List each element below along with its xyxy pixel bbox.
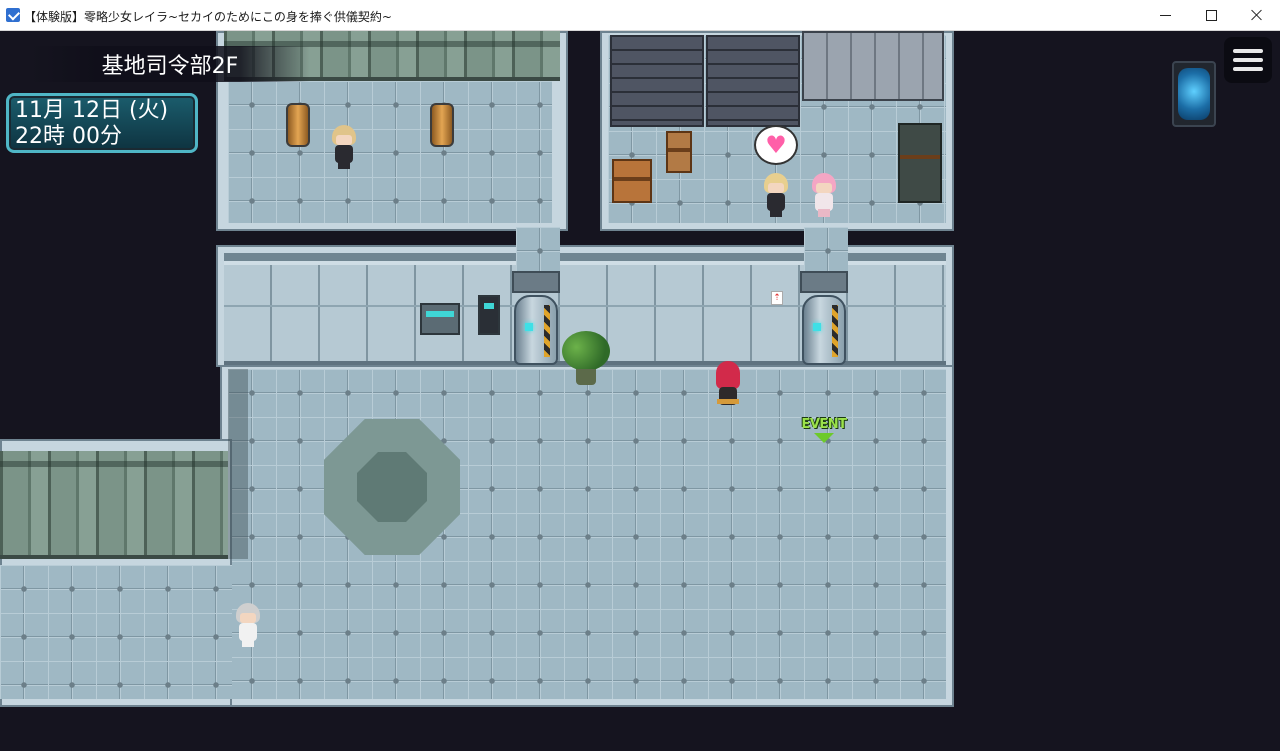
npc-pink-hair-girl[interactable] [808,173,840,217]
plant-leaves [562,331,610,371]
shadow-edge [228,369,248,559]
equipment-case [898,123,942,203]
game-viewport[interactable]: ⇡ ♥ EVENT 基地司令部2F 11月 12日 (火) 22時 00分 [0,31,1280,751]
door-light-icon [813,323,821,331]
face [240,613,256,623]
clock-date: 11月 12日 (火) [15,98,169,123]
map-name-banner: 基地司令部2F [30,46,310,82]
potted-plant [562,331,610,387]
door-frame-left [512,271,560,293]
legs [338,161,350,169]
barrel-left [286,103,310,147]
sliding-door-left[interactable] [514,295,558,365]
event-marker[interactable]: EVENT [800,417,848,453]
heart-speech-bubble: ♥ [754,125,798,165]
barrel-right [430,103,454,147]
maximize-icon [1205,9,1217,21]
face [768,183,784,193]
floor-west-corridor [0,565,232,699]
wooden-crate [612,159,652,203]
heart-icon: ♥ [765,131,787,159]
window-titlebar: 【体験版】零略少女レイラ~セカイのためにこの身を捧ぐ供儀契約~ [0,0,1280,31]
event-label: EVENT [801,417,847,432]
hamburger-menu-icon[interactable] [1224,37,1272,83]
minimize-button[interactable] [1142,0,1188,30]
legs [818,209,830,217]
menu-bar [1233,49,1263,53]
menu-bar [1233,58,1263,62]
face [336,135,352,145]
hair [716,361,740,389]
hazard-stripe [544,305,550,357]
hazard-stripe [832,305,838,357]
drawer-cabinet-right [706,35,800,127]
octagon-platform-center [357,452,427,522]
player-red-hair[interactable] [712,361,744,405]
window-title: 【体験版】零略少女レイラ~セカイのためにこの身を捧ぐ供儀契約~ [24,10,392,24]
floor-passage-right [804,227,848,275]
plant-pot [576,369,596,385]
vending-panel[interactable] [478,295,500,335]
lockers [802,31,944,101]
close-icon [1251,9,1263,21]
floor-upper-left-room [228,81,552,223]
npc-blonde-officer[interactable] [328,125,360,169]
minimize-icon [1159,14,1171,16]
door-frame-right [800,271,848,293]
floor-passage-left [516,227,560,275]
date-time-panel: 11月 12日 (火) 22時 00分 [6,93,198,153]
legs [242,639,254,647]
maximize-button[interactable] [1188,0,1234,30]
map-name: 基地司令部2F [101,54,239,79]
sliding-door-right[interactable] [802,295,846,365]
npc-blonde-girl[interactable] [760,173,792,217]
wall-terminal[interactable] [420,303,460,335]
legs [770,209,782,217]
legs [717,399,739,404]
menu-bar [1233,67,1263,71]
drawer-cabinet-left [610,35,704,127]
wall-west-corridor [0,451,228,559]
app-icon [6,8,20,22]
npc-white-hair-scientist[interactable] [232,603,264,647]
face [816,183,832,193]
suitcase [666,131,692,173]
event-arrow-icon [814,433,834,443]
close-button[interactable] [1234,0,1280,30]
portal-orb-icon[interactable] [1172,61,1216,127]
clock-time: 22時 00分 [15,124,122,149]
door-light-icon [525,323,533,331]
exit-sign-icon: ⇡ [771,291,783,305]
